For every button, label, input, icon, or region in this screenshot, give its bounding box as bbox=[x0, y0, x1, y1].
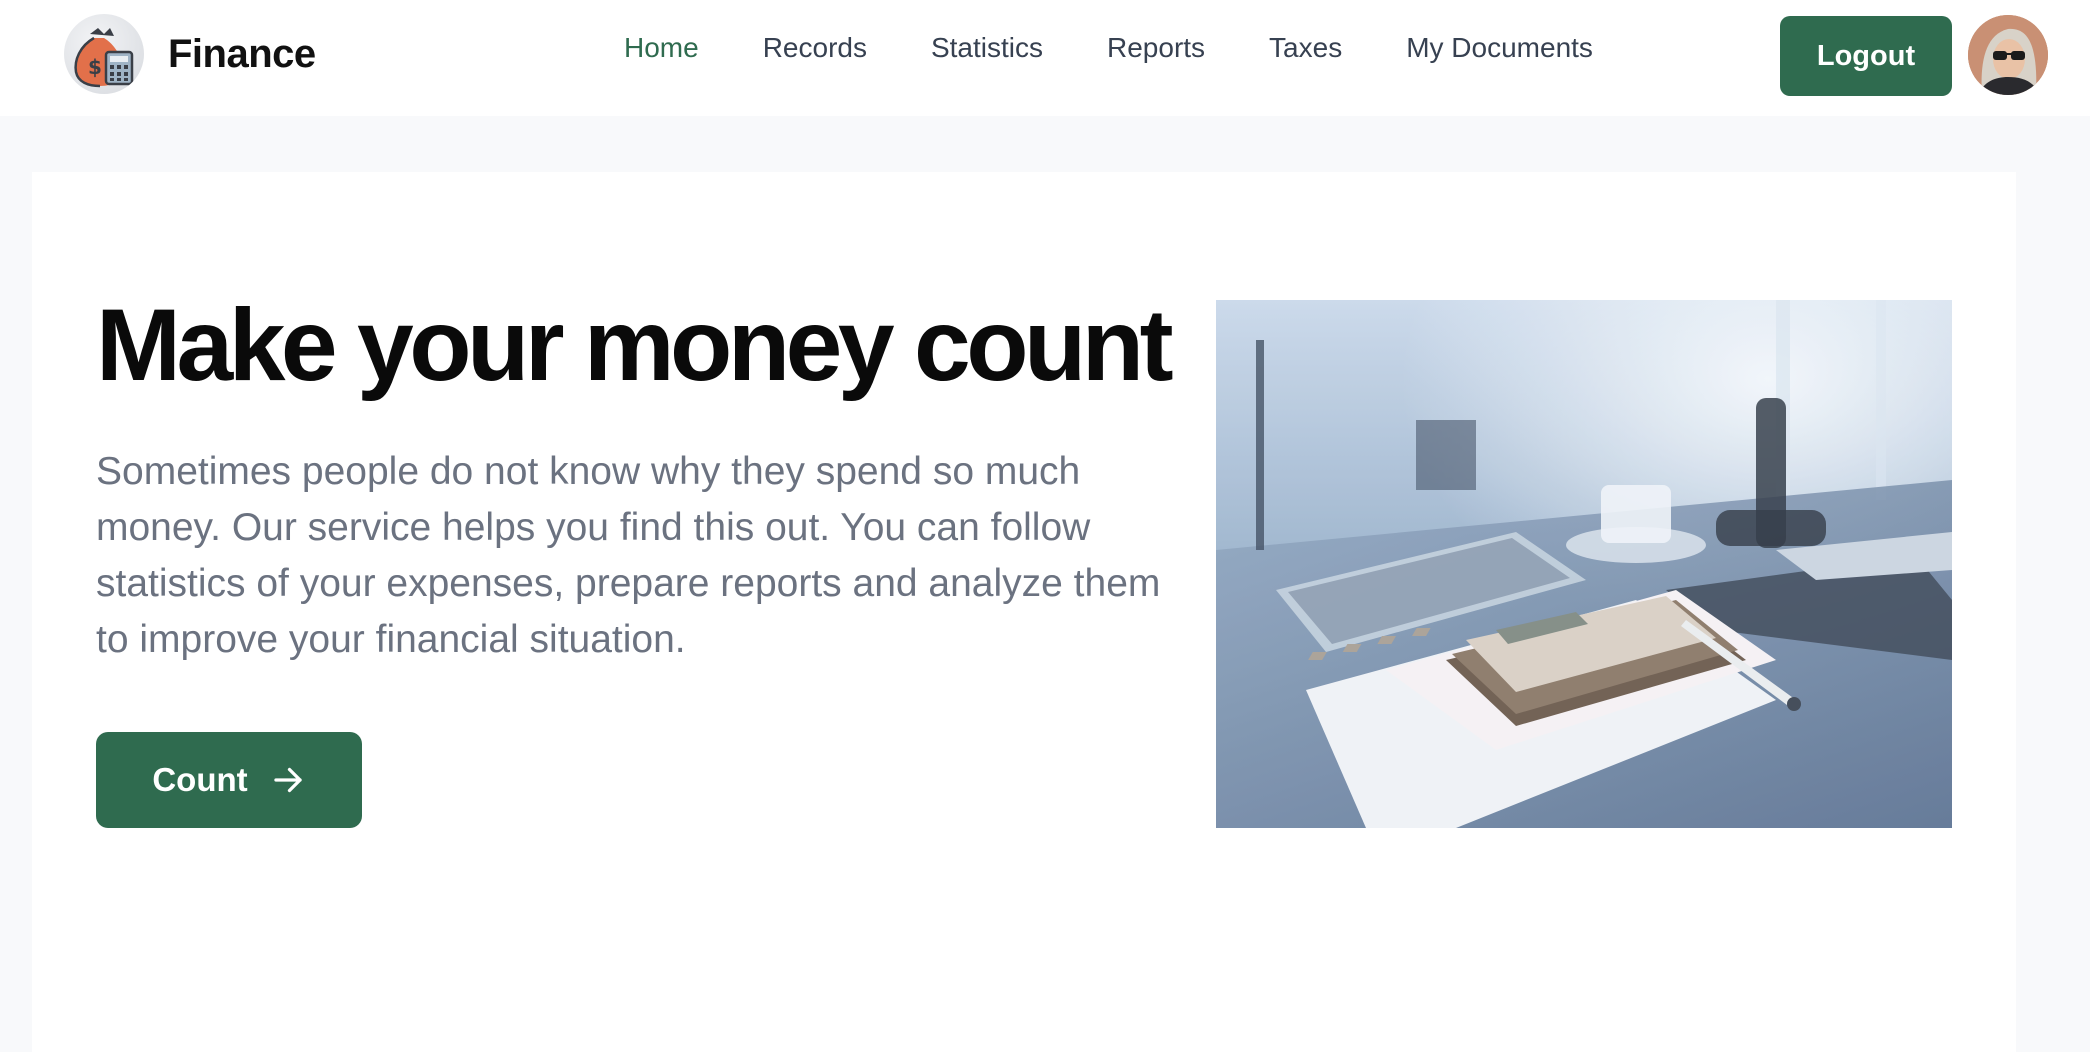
nav-taxes[interactable]: Taxes bbox=[1269, 32, 1342, 64]
calculator-on-desk-photo bbox=[1216, 300, 1952, 828]
nav-my-documents[interactable]: My Documents bbox=[1406, 32, 1593, 64]
top-header: $ Finance Home Records Statistics Report… bbox=[0, 0, 2090, 116]
nav-home[interactable]: Home bbox=[624, 32, 699, 64]
nav-reports[interactable]: Reports bbox=[1107, 32, 1205, 64]
hero-title: Make your money count bbox=[96, 288, 1174, 402]
count-button[interactable]: Count bbox=[96, 732, 362, 828]
logout-button[interactable]: Logout bbox=[1780, 16, 1952, 96]
brand-name: Finance bbox=[168, 31, 316, 76]
arrow-right-icon bbox=[270, 762, 306, 798]
svg-text:$: $ bbox=[88, 55, 102, 79]
user-avatar[interactable] bbox=[1968, 15, 2048, 95]
money-bag-calculator-icon: $ bbox=[64, 14, 144, 94]
count-button-label: Count bbox=[152, 761, 248, 798]
hero-card: Make your money count Sometimes people d… bbox=[32, 172, 2016, 1052]
nav-statistics[interactable]: Statistics bbox=[931, 32, 1043, 64]
nav-records[interactable]: Records bbox=[763, 32, 867, 64]
brand[interactable]: $ Finance bbox=[64, 12, 316, 96]
hero-description: Sometimes people do not know why they sp… bbox=[96, 450, 1161, 661]
main-nav: Home Records Statistics Reports Taxes My… bbox=[592, 22, 1625, 74]
